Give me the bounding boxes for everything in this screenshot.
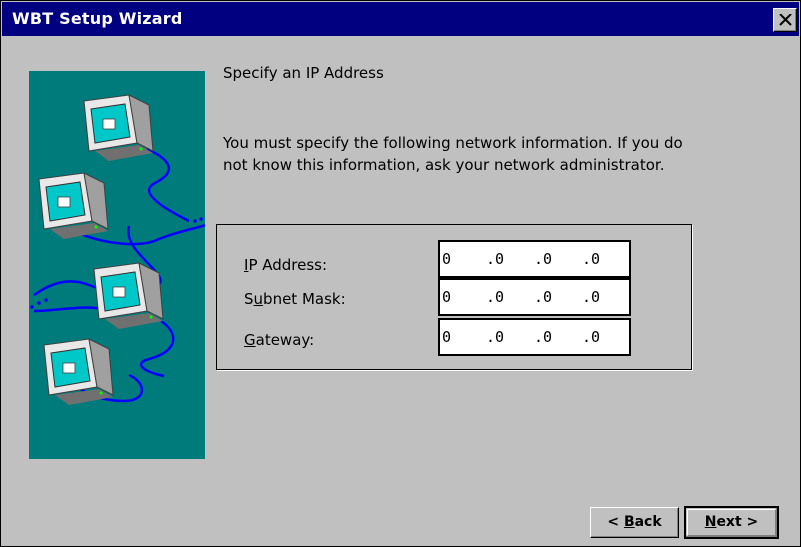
instructions-text: You must specify the following network i… [223, 134, 683, 174]
octet[interactable]: .0 [582, 288, 600, 306]
subnet-mask-label: Subnet Mask: [244, 290, 346, 308]
octet[interactable]: .0 [486, 250, 504, 268]
subnet-mask-field[interactable]: 0 .0 .0 .0 [438, 278, 631, 316]
network-illustration-icon [29, 71, 205, 459]
octet[interactable]: 0 [442, 250, 451, 268]
next-button[interactable]: Next > [684, 506, 779, 539]
octet[interactable]: 0 [442, 288, 451, 306]
gateway-label: Gateway: [244, 331, 315, 349]
octet[interactable]: .0 [486, 288, 504, 306]
ip-address-field[interactable]: 0 .0 .0 .0 [438, 240, 631, 278]
octet[interactable]: .0 [582, 328, 600, 346]
close-icon [779, 14, 792, 26]
title-bar[interactable]: WBT Setup Wizard [2, 2, 799, 36]
octet[interactable]: .0 [582, 250, 600, 268]
close-button[interactable] [773, 8, 797, 32]
ip-address-label: IP Address: [244, 256, 328, 274]
wizard-window: WBT Setup Wizard Specify an IP Address Y… [0, 0, 801, 547]
back-button[interactable]: < Back [590, 507, 679, 538]
page-heading: Specify an IP Address [223, 64, 384, 82]
octet[interactable]: 0 [442, 328, 451, 346]
gateway-field[interactable]: 0 .0 .0 .0 [438, 318, 631, 356]
octet[interactable]: .0 [534, 250, 552, 268]
octet[interactable]: .0 [534, 288, 552, 306]
window-title: WBT Setup Wizard [12, 9, 183, 28]
octet[interactable]: .0 [486, 328, 504, 346]
octet[interactable]: .0 [534, 328, 552, 346]
